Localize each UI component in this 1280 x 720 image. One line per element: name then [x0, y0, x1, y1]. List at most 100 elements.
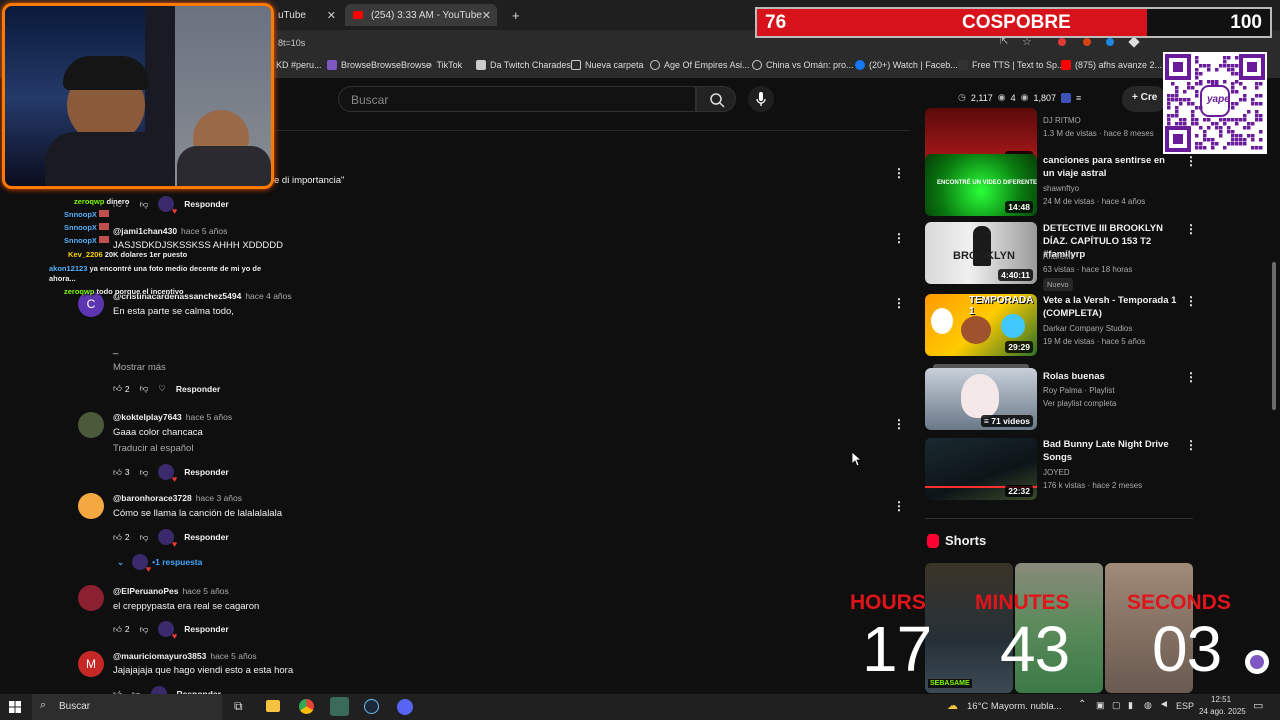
comment-author[interactable]: @baronhorace3728 hace 3 años	[113, 493, 242, 503]
like-button[interactable]: 👍︎	[113, 383, 122, 394]
related-video[interactable]: TEMPORADA 1 29:29 Vete a la Versh - Temp…	[925, 294, 1197, 358]
reply-button[interactable]: Responder	[184, 532, 228, 542]
tray-icon[interactable]: ▢	[1112, 700, 1121, 711]
clock-time[interactable]: 12:51	[1211, 695, 1231, 704]
video-thumbnail[interactable]: BROOKLYN 4:40:11	[925, 222, 1037, 284]
notification-icon[interactable]: ▭	[1253, 699, 1263, 712]
more-icon[interactable]: ⋮	[893, 231, 905, 245]
more-icon[interactable]: ⋮	[1185, 438, 1197, 452]
scrollbar-thumb[interactable]	[1272, 262, 1276, 410]
comment-time[interactable]: hace 5 años	[210, 651, 256, 661]
comment-author[interactable]: @mauriciomayuro3853 hace 5 años	[113, 651, 257, 661]
video-title[interactable]: Rolas buenas	[1043, 370, 1178, 383]
video-channel[interactable]: Andrexfi	[1043, 252, 1072, 261]
video-title[interactable]: canciones para sentirse en un viaje astr…	[1043, 154, 1178, 180]
comment-author[interactable]: @koktelplay7643 hace 5 años	[113, 412, 232, 422]
video-thumbnail[interactable]: 22:32	[925, 438, 1037, 500]
bookmark-item[interactable]: Free TTS | Text to Sp...	[958, 60, 1065, 70]
view-playlist-link[interactable]: Ver playlist completa	[1043, 399, 1116, 408]
reply-button[interactable]: Responder	[184, 624, 228, 634]
heart-icon[interactable]: ♡	[158, 383, 166, 394]
comment-time[interactable]: hace 3 años	[196, 493, 242, 503]
volume-icon[interactable]: ◄	[1159, 699, 1169, 710]
extension-icon[interactable]	[1106, 38, 1114, 46]
search-button[interactable]	[696, 86, 736, 112]
extension-icon[interactable]	[1058, 38, 1066, 46]
reply-button[interactable]: Responder	[176, 384, 220, 394]
like-button[interactable]: 👍︎	[113, 467, 122, 478]
comment-author[interactable]: @jami1chan430 hace 5 años	[113, 226, 227, 236]
dislike-button[interactable]: 👎︎	[140, 532, 149, 543]
comment-time[interactable]: hace 5 años	[186, 412, 232, 422]
bookmark-item[interactable]: Nueva carpeta	[571, 60, 644, 70]
active-app-icon[interactable]	[330, 697, 349, 716]
extension-icon[interactable]	[1128, 36, 1140, 48]
assistant-bubble[interactable]	[1245, 650, 1269, 674]
more-icon[interactable]: ⋮	[893, 296, 905, 310]
microphone-icon[interactable]: ▮	[1128, 700, 1133, 711]
more-icon[interactable]: ⋮	[1185, 154, 1197, 168]
related-video[interactable]: BROOKLYN 4:40:11 DETECTIVE III BROOKLYN …	[925, 222, 1197, 291]
clock-date[interactable]: 24 ago. 2025	[1199, 707, 1246, 716]
chevron-up-icon[interactable]: ⌃	[1078, 699, 1086, 710]
tab-youtube[interactable]: uTube ✕	[270, 4, 342, 26]
extension-icon[interactable]	[1083, 38, 1091, 46]
video-channel[interactable]: Darkar Company Studios	[1043, 324, 1132, 333]
avatar[interactable]: M	[78, 651, 104, 677]
video-title[interactable]: Vete a la Versh - Temporada 1 (COMPLETA)	[1043, 294, 1178, 320]
bookmark-item[interactable]: (875) afhs avanze 2...	[1061, 60, 1162, 70]
dislike-button[interactable]: 👎︎	[140, 199, 149, 210]
bookmark-item[interactable]: BrowseBrowseBrowse	[327, 60, 431, 70]
bookmark-item[interactable]: Age Of Empires Asi...	[650, 60, 750, 70]
task-view-icon[interactable]: ⧉	[234, 699, 243, 714]
more-icon[interactable]: ⋮	[893, 417, 905, 431]
close-icon[interactable]: ✕	[327, 9, 336, 22]
like-button[interactable]: 👍︎	[113, 532, 122, 543]
avatar[interactable]	[78, 585, 104, 611]
discord-icon[interactable]	[397, 699, 413, 715]
tray-icon[interactable]: ▣	[1096, 700, 1105, 711]
bookmark-item[interactable]: KD #peru...	[276, 60, 322, 70]
dislike-button[interactable]: 👎︎	[140, 624, 149, 635]
dislike-button[interactable]: 👎︎	[140, 383, 149, 394]
menu-icon[interactable]: ≡	[1076, 93, 1081, 103]
author-name[interactable]: @baronhorace3728	[113, 493, 192, 503]
search-input[interactable]: Buscar	[338, 86, 696, 112]
reply-button[interactable]: Responder	[184, 467, 228, 477]
video-channel[interactable]: JOYED	[1043, 468, 1070, 477]
video-title[interactable]: Bad Bunny Late Night Drive Songs	[1043, 438, 1178, 464]
comment-time[interactable]: hace 5 años	[181, 226, 227, 236]
windows-start-icon[interactable]	[9, 701, 21, 713]
reply-button[interactable]: Responder	[184, 199, 228, 209]
tray-icon[interactable]: ◍	[1144, 700, 1152, 711]
comment-time[interactable]: hace 5 años	[182, 586, 228, 596]
video-channel[interactable]: DJ RITMO	[1043, 116, 1081, 125]
bookmark-item[interactable]: Da Twitch Charades	[476, 60, 571, 70]
video-thumbnail[interactable]: TEMPORADA 1 29:29	[925, 294, 1037, 356]
avatar[interactable]	[78, 493, 104, 519]
steam-icon[interactable]	[364, 699, 379, 714]
extension-icon[interactable]	[1060, 92, 1071, 103]
more-icon[interactable]: ⋮	[893, 166, 905, 180]
video-channel[interactable]: Roy Palma · Playlist	[1043, 386, 1115, 395]
avatar[interactable]	[78, 412, 104, 438]
voice-search-button[interactable]	[748, 86, 774, 112]
bookmark-item[interactable]: China vs Omán: pro...	[752, 60, 854, 70]
show-more-link[interactable]: Mostrar más	[113, 362, 166, 373]
tab-active-youtube[interactable]: (254) 3:33 AM - YouTube ✕	[345, 4, 497, 26]
like-button[interactable]: 👍︎	[113, 624, 122, 635]
comment-author[interactable]: @ElPeruanoPes hace 5 años	[113, 586, 229, 596]
chrome-icon[interactable]	[299, 699, 314, 714]
video-channel[interactable]: shawnftyo	[1043, 184, 1079, 193]
more-icon[interactable]: ⋮	[1185, 222, 1197, 236]
bookmark-item[interactable]: ♪ TikTok	[428, 60, 462, 70]
create-button[interactable]: + Cre	[1122, 86, 1168, 112]
related-video[interactable]: ENCONTRÉ UN VIDEO DIFERENTE 14:48 cancio…	[925, 154, 1197, 218]
video-thumbnail[interactable]: ENCONTRÉ UN VIDEO DIFERENTE 14:48	[925, 154, 1037, 216]
replies-toggle[interactable]: ⌄ • 1 respuesta	[117, 554, 202, 574]
taskbar-search[interactable]: ⌕ Buscar	[32, 694, 222, 720]
new-tab-button[interactable]: +	[504, 4, 524, 26]
dislike-button[interactable]: 👎︎	[140, 467, 149, 478]
author-name[interactable]: @koktelplay7643	[113, 412, 182, 422]
language-indicator[interactable]: ESP	[1176, 701, 1194, 711]
